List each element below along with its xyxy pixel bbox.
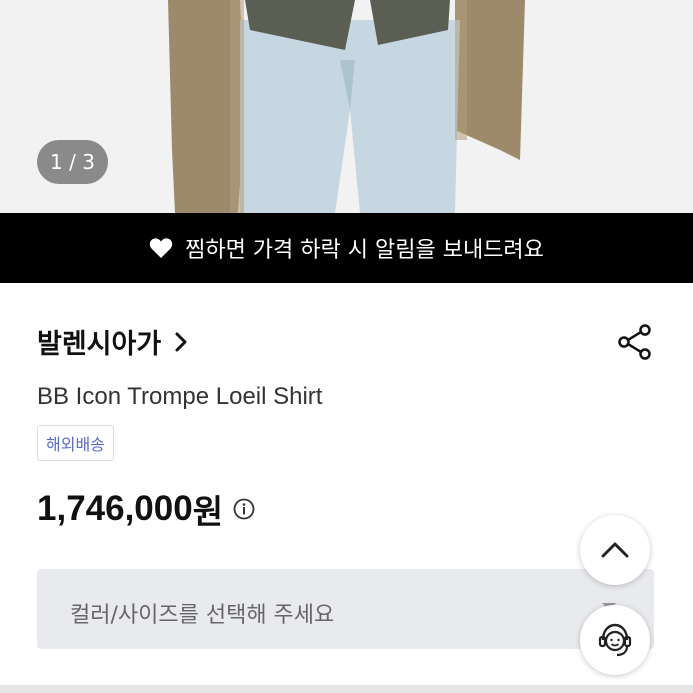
chevron-up-icon xyxy=(601,542,629,558)
price-value: 1,746,000 xyxy=(37,489,193,528)
product-photo-illustration xyxy=(168,0,525,213)
wishlist-banner[interactable]: 찜하면 가격 하락 시 알림을 보내드려요 xyxy=(0,213,693,283)
option-placeholder: 컬러/사이즈를 선택해 주세요 xyxy=(70,603,335,628)
customer-service-button[interactable] xyxy=(580,605,650,675)
heart-icon xyxy=(149,238,173,258)
image-pager: 1 / 3 xyxy=(37,140,108,184)
price-row: 1,746,000 원 xyxy=(37,485,255,533)
option-select[interactable]: 컬러/사이즈를 선택해 주세요 xyxy=(37,569,654,649)
product-name: BB Icon Trompe Loeil Shirt xyxy=(37,383,323,410)
bottom-bar xyxy=(0,685,693,693)
share-icon[interactable] xyxy=(615,322,655,362)
brand-link[interactable]: 발렌시아가 xyxy=(37,322,189,361)
brand-name: 발렌시아가 xyxy=(37,329,162,360)
banner-text: 찜하면 가격 하락 시 알림을 보내드려요 xyxy=(185,238,544,263)
overseas-shipping-badge: 해외배송 xyxy=(37,425,114,461)
tag-label: 해외배송 xyxy=(46,435,105,454)
product-image[interactable]: 1 / 3 xyxy=(0,0,693,213)
scroll-top-button[interactable] xyxy=(580,515,650,585)
price-unit: 원 xyxy=(192,492,224,531)
info-icon[interactable] xyxy=(233,498,255,520)
customer-service-icon xyxy=(598,623,632,657)
chevron-right-icon xyxy=(175,332,187,351)
